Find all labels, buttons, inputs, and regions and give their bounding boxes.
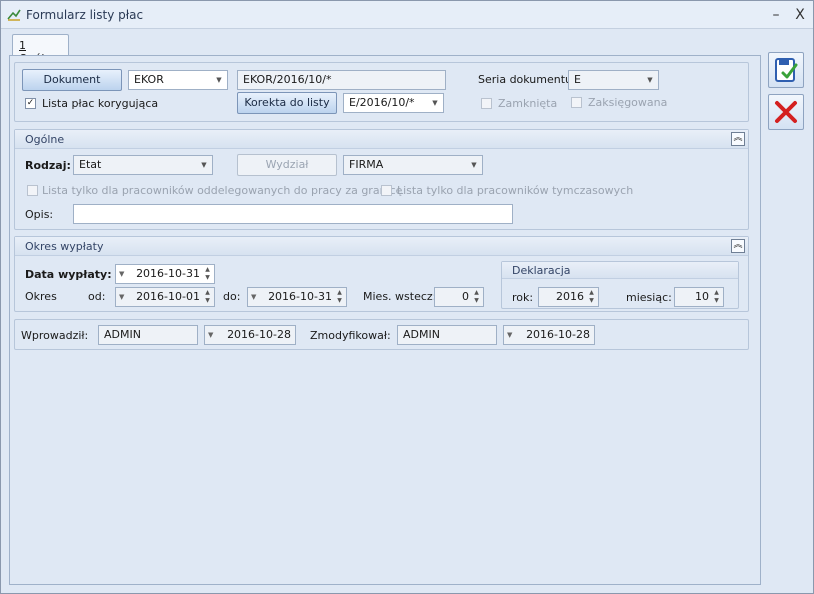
- chevron-down-icon: ▼: [119, 270, 125, 278]
- dokument-button[interactable]: Dokument: [22, 69, 122, 91]
- korekta-button[interactable]: Korekta do listy: [237, 92, 337, 114]
- chevron-down-icon: ▼: [208, 331, 214, 339]
- rodzaj-label: Rodzaj:: [25, 159, 71, 172]
- opis-input[interactable]: [73, 204, 513, 224]
- minimize-button[interactable]: –: [767, 6, 785, 24]
- chevron-down-icon: ▼: [507, 331, 513, 339]
- title-bar: Formularz listy płac – X: [1, 1, 813, 29]
- series-value: EKOR: [134, 73, 164, 86]
- tymczasowi-checkbox[interactable]: [381, 185, 392, 196]
- data-wyplaty-value: 2016-10-31: [136, 267, 200, 280]
- chevron-down-icon: ▼: [251, 293, 257, 301]
- okres-header: Okres wypłaty ︽: [15, 237, 748, 256]
- korygujaca-label: Lista płac korygująca: [42, 97, 159, 110]
- ogolne-header: Ogólne ︽: [15, 130, 748, 149]
- seria-combo[interactable]: E ▼: [568, 70, 659, 90]
- korekta-combo[interactable]: E/2016/10/* ▼: [343, 93, 444, 113]
- spinner-icon[interactable]: ▲ ▼: [587, 289, 596, 305]
- zmodyfikowal-label: Zmodyfikował:: [310, 329, 391, 342]
- seria-value: E: [574, 73, 581, 86]
- window-title: Formularz listy płac: [26, 8, 144, 22]
- deklaracja-header: Deklaracja: [502, 262, 738, 279]
- spinner-icon[interactable]: ▲ ▼: [472, 289, 481, 305]
- rodzaj-value: Etat: [79, 158, 102, 171]
- app-icon: [7, 9, 21, 21]
- save-button[interactable]: [768, 52, 804, 88]
- spinner-icon[interactable]: ▲ ▼: [203, 266, 212, 282]
- tab-accelerator: 1: [19, 39, 26, 52]
- document-group: Dokument EKOR ▼ EKOR/2016/10/* Seria dok…: [14, 62, 749, 122]
- zamknieta-checkbox[interactable]: [481, 98, 492, 109]
- cancel-button[interactable]: [768, 94, 804, 130]
- do-value: 2016-10-31: [268, 290, 332, 303]
- collapse-icon[interactable]: ︽: [731, 132, 745, 146]
- okres-title: Okres wypłaty: [25, 240, 104, 253]
- zmodyfikowal-date-value: 2016-10-28: [526, 328, 590, 341]
- zamknieta-label: Zamknięta: [498, 97, 558, 110]
- chevron-down-icon: ▼: [432, 99, 438, 107]
- tymczasowi-label: Lista tylko dla pracowników tymczasowych: [397, 184, 634, 197]
- od-value: 2016-10-01: [136, 290, 200, 303]
- mies-wstecz-field[interactable]: 0 ▲ ▼: [434, 287, 484, 307]
- okres-group: Okres wypłaty ︽ Data wypłaty: ▼ 2016-10-…: [14, 236, 749, 312]
- close-button[interactable]: X: [791, 6, 809, 24]
- miesiac-field[interactable]: 10 ▲ ▼: [674, 287, 724, 307]
- wydzial-combo[interactable]: FIRMA ▼: [343, 155, 483, 175]
- miesiac-value: 10: [695, 290, 709, 303]
- chevron-down-icon: ▼: [119, 293, 125, 301]
- seria-label: Seria dokumentu:: [478, 73, 576, 86]
- rodzaj-combo[interactable]: Etat ▼: [73, 155, 213, 175]
- zaksiegowana-label: Zaksięgowana: [588, 96, 668, 109]
- opis-label: Opis:: [25, 208, 54, 221]
- deklaracja-group: Deklaracja rok: 2016 ▲ ▼ miesiąc: 10 ▲ ▼: [501, 261, 739, 309]
- wydzial-button[interactable]: Wydział: [237, 154, 337, 176]
- spinner-icon[interactable]: ▲ ▼: [335, 289, 344, 305]
- rok-value: 2016: [556, 290, 584, 303]
- rok-field[interactable]: 2016 ▲ ▼: [538, 287, 599, 307]
- do-label: do:: [223, 290, 241, 303]
- ogolne-title: Ogólne: [25, 133, 65, 146]
- mies-wstecz-label: Mies. wstecz:: [363, 290, 437, 303]
- wprowadzil-user-field[interactable]: ADMIN: [98, 325, 198, 345]
- save-icon: [775, 58, 798, 82]
- zmodyfikowal-date-field[interactable]: ▼ 2016-10-28: [503, 325, 595, 345]
- ogolne-group: Ogólne ︽ Rodzaj: Etat ▼ Wydział FIRMA ▼ …: [14, 129, 749, 230]
- korekta-value: E/2016/10/*: [349, 96, 415, 109]
- data-wyplaty-label: Data wypłaty:: [25, 268, 112, 281]
- spinner-icon[interactable]: ▲ ▼: [712, 289, 721, 305]
- do-field[interactable]: ▼ 2016-10-31 ▲ ▼: [247, 287, 347, 307]
- data-wyplaty-field[interactable]: ▼ 2016-10-31 ▲ ▼: [115, 264, 215, 284]
- oddelegowani-checkbox[interactable]: [27, 185, 38, 196]
- miesiac-label: miesiąc:: [626, 291, 672, 304]
- wydzial-value: FIRMA: [349, 158, 384, 171]
- od-label: od:: [88, 290, 106, 303]
- collapse-icon[interactable]: ︽: [731, 239, 745, 253]
- deklaracja-title: Deklaracja: [512, 264, 571, 277]
- chevron-down-icon: ▼: [201, 161, 207, 169]
- oddelegowani-label: Lista tylko dla pracowników oddelegowany…: [42, 184, 403, 197]
- wprowadzil-label: Wprowadził:: [21, 329, 89, 342]
- wprowadzil-date-value: 2016-10-28: [227, 328, 291, 341]
- mies-wstecz-value: 0: [462, 290, 469, 303]
- zmodyfikowal-user-field[interactable]: ADMIN: [397, 325, 497, 345]
- korygujaca-checkbox[interactable]: ✓: [25, 98, 36, 109]
- tab-ogolne[interactable]: 1 Ogólne: [12, 34, 69, 65]
- wprowadzil-date-field[interactable]: ▼ 2016-10-28: [204, 325, 296, 345]
- rok-label: rok:: [512, 291, 534, 304]
- chevron-down-icon: ▼: [647, 76, 653, 84]
- chevron-down-icon: ▼: [471, 161, 477, 169]
- cancel-icon: [775, 101, 797, 123]
- spinner-icon[interactable]: ▲ ▼: [203, 289, 212, 305]
- payroll-form-window: Formularz listy płac – X 1 Ogólne Dokume…: [0, 0, 814, 594]
- series-combo[interactable]: EKOR ▼: [128, 70, 228, 90]
- audit-group: Wprowadził: ADMIN ▼ 2016-10-28 Zmodyfiko…: [14, 319, 749, 350]
- chevron-down-icon: ▼: [216, 76, 222, 84]
- document-number-field[interactable]: EKOR/2016/10/*: [237, 70, 446, 90]
- okres-label: Okres: [25, 290, 57, 303]
- od-field[interactable]: ▼ 2016-10-01 ▲ ▼: [115, 287, 215, 307]
- zaksiegowana-checkbox[interactable]: [571, 97, 582, 108]
